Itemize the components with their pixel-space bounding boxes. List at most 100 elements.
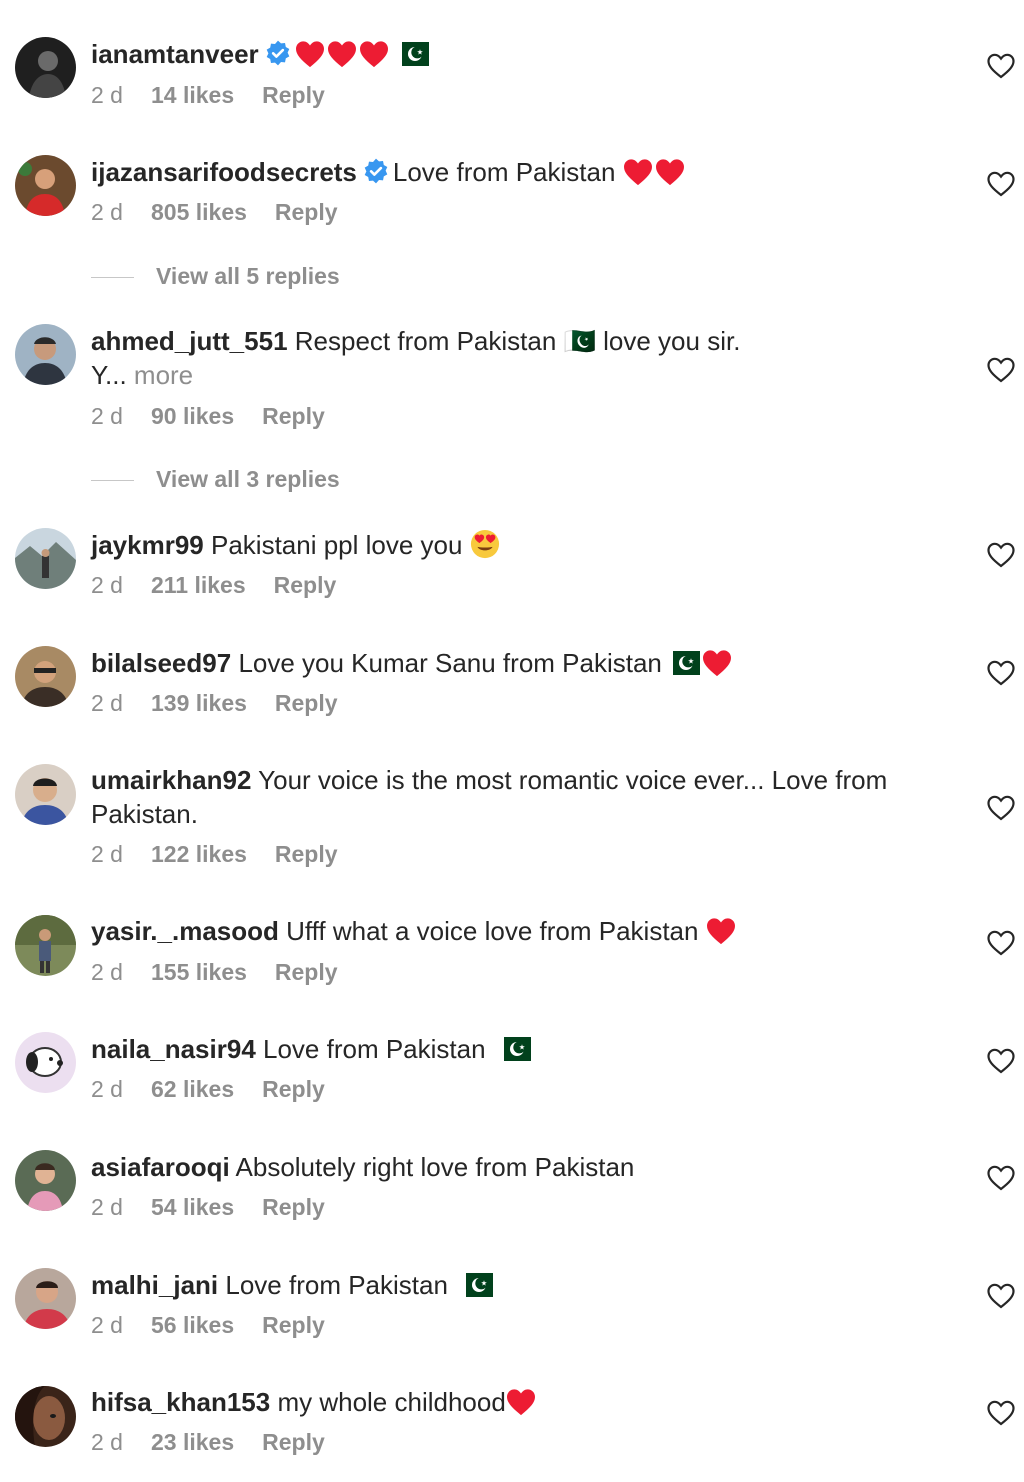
avatar[interactable]: [15, 1032, 76, 1093]
avatar[interactable]: [15, 1268, 76, 1329]
comment-text: Love from Pakistan: [392, 157, 616, 187]
pakistan-flag-icon: [393, 42, 429, 66]
comment-time: 2 d: [91, 1194, 123, 1220]
comment-username[interactable]: ianamtanveer: [91, 39, 259, 69]
emoji-red-heart-icon: [295, 39, 391, 69]
comment-meta: 2 d 211 likes Reply: [91, 570, 364, 600]
comment-text: Absolutely right love from Pakistan: [235, 1152, 635, 1182]
view-replies-button[interactable]: View all 3 replies: [91, 464, 340, 494]
reply-button[interactable]: Reply: [262, 1429, 325, 1455]
comment-text: Respect from Pakistan 🇵🇰 love you sir.: [294, 326, 741, 356]
likes-count[interactable]: 211 likes: [151, 572, 246, 598]
comment-text-line: ianamtanveer: [91, 37, 911, 71]
comment-meta: 2 d 23 likes Reply: [91, 1427, 353, 1457]
avatar[interactable]: [15, 1150, 76, 1211]
divider: [91, 277, 134, 279]
avatar[interactable]: [15, 764, 76, 825]
reply-button[interactable]: Reply: [262, 82, 325, 108]
reply-button[interactable]: Reply: [262, 403, 325, 429]
like-heart-icon[interactable]: [987, 542, 1015, 568]
comment-meta: 2 d 155 likes Reply: [91, 957, 366, 987]
comment-time: 2 d: [91, 1429, 123, 1455]
comment-text-line: ijazansarifoodsecrets Love from Pakistan: [91, 155, 911, 189]
like-heart-icon[interactable]: [987, 1400, 1015, 1426]
comment-time: 2 d: [91, 841, 123, 867]
comment-time: 2 d: [91, 1312, 123, 1338]
emoji-red-heart-icon: [623, 157, 687, 187]
avatar[interactable]: [15, 915, 76, 976]
like-heart-icon[interactable]: [987, 357, 1015, 383]
comment-username[interactable]: ahmed_jutt_551: [91, 326, 288, 356]
reply-button[interactable]: Reply: [275, 959, 338, 985]
reply-button[interactable]: Reply: [262, 1076, 325, 1102]
like-heart-icon[interactable]: [987, 660, 1015, 686]
like-heart-icon[interactable]: [987, 53, 1015, 79]
emoji-red-heart-icon: [706, 917, 736, 945]
comment-time: 2 d: [91, 403, 123, 429]
view-replies-button[interactable]: View all 5 replies: [91, 261, 340, 291]
comment-text-line: umairkhan92 Your voice is the most roman…: [91, 763, 911, 831]
likes-count[interactable]: 14 likes: [151, 82, 234, 108]
like-heart-icon[interactable]: [987, 1283, 1015, 1309]
avatar[interactable]: [15, 1386, 76, 1447]
comment-username[interactable]: malhi_jani: [91, 1270, 218, 1300]
comment-meta: 2 d 14 likes Reply: [91, 80, 353, 110]
reply-button[interactable]: Reply: [275, 199, 338, 225]
comment-username[interactable]: naila_nasir94: [91, 1034, 256, 1064]
likes-count[interactable]: 155 likes: [151, 959, 247, 985]
pakistan-flag-icon: [495, 1037, 531, 1061]
comment-meta: 2 d 54 likes Reply: [91, 1192, 353, 1222]
more-link[interactable]: more: [134, 360, 193, 390]
comment-meta: 2 d 139 likes Reply: [91, 688, 366, 718]
likes-count[interactable]: 56 likes: [151, 1312, 234, 1338]
view-replies-label[interactable]: View all 5 replies: [156, 263, 340, 289]
reply-button[interactable]: Reply: [275, 841, 338, 867]
comment-text-line: malhi_jani Love from Pakistan: [91, 1268, 911, 1302]
avatar[interactable]: [15, 37, 76, 98]
comment-username[interactable]: yasir._.masood: [91, 916, 279, 946]
avatar[interactable]: [15, 528, 76, 589]
verified-badge-icon: [363, 158, 389, 184]
likes-count[interactable]: 139 likes: [151, 690, 247, 716]
comment-username[interactable]: asiafarooqi: [91, 1152, 230, 1182]
comment-time: 2 d: [91, 199, 123, 225]
likes-count[interactable]: 805 likes: [151, 199, 247, 225]
reply-button[interactable]: Reply: [262, 1312, 325, 1338]
divider: [91, 480, 134, 482]
avatar[interactable]: [15, 324, 76, 385]
like-heart-icon[interactable]: [987, 1165, 1015, 1191]
reply-button[interactable]: Reply: [274, 572, 337, 598]
emoji-red-heart-icon: [702, 649, 732, 677]
comment-username[interactable]: hifsa_khan153: [91, 1387, 270, 1417]
comment-text: Love from Pakistan: [263, 1034, 486, 1064]
like-heart-icon[interactable]: [987, 930, 1015, 956]
comment-username[interactable]: umairkhan92: [91, 765, 251, 795]
likes-count[interactable]: 90 likes: [151, 403, 234, 429]
comment-username[interactable]: ijazansarifoodsecrets: [91, 157, 357, 187]
comment-username[interactable]: bilalseed97: [91, 648, 231, 678]
likes-count[interactable]: 54 likes: [151, 1194, 234, 1220]
comment-text-line: ahmed_jutt_551 Respect from Pakistan 🇵🇰 …: [91, 324, 791, 392]
view-replies-label[interactable]: View all 3 replies: [156, 466, 340, 492]
like-heart-icon[interactable]: [987, 795, 1015, 821]
reply-button[interactable]: Reply: [262, 1194, 325, 1220]
verified-badge-icon: [265, 40, 291, 66]
comment-text: my whole childhood: [277, 1387, 506, 1417]
avatar[interactable]: [15, 155, 76, 216]
like-heart-icon[interactable]: [987, 1048, 1015, 1074]
pakistan-flag-icon: [457, 1273, 493, 1297]
likes-count[interactable]: 23 likes: [151, 1429, 234, 1455]
heart-eyes-emoji-icon: [470, 529, 500, 559]
comment-meta: 2 d 56 likes Reply: [91, 1310, 353, 1340]
comment-text-line: asiafarooqi Absolutely right love from P…: [91, 1150, 911, 1184]
avatar[interactable]: [15, 646, 76, 707]
comment-meta: 2 d 805 likes Reply: [91, 197, 366, 227]
comment-meta: 2 d 62 likes Reply: [91, 1074, 353, 1104]
comment-text-line: jaykmr99 Pakistani ppl love you: [91, 528, 911, 562]
comment-username[interactable]: jaykmr99: [91, 530, 204, 560]
like-heart-icon[interactable]: [987, 171, 1015, 197]
reply-button[interactable]: Reply: [275, 690, 338, 716]
likes-count[interactable]: 122 likes: [151, 841, 247, 867]
likes-count[interactable]: 62 likes: [151, 1076, 234, 1102]
comment-time: 2 d: [91, 572, 123, 598]
